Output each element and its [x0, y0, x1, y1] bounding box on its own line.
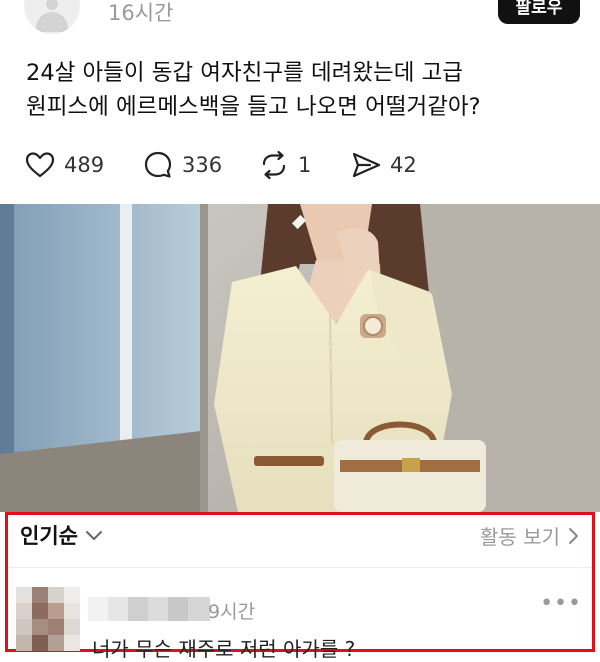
like-button[interactable]: 489 [24, 148, 104, 182]
activity-link[interactable]: 활동 보기 [480, 521, 580, 550]
post-text: 24살 아들이 동갑 여자친구를 데려왔는데 고급 원피스에 에르메스백을 들고… [26, 56, 586, 124]
blurred-avatar [16, 587, 80, 651]
sort-label: 인기순 [20, 524, 78, 548]
more-options-icon[interactable]: ••• [540, 591, 582, 616]
comment-author-name-blurred[interactable] [88, 597, 210, 621]
post-text-line: 원피스에 에르메스백을 들고 나오면 어떨거같아? [26, 94, 481, 120]
author-avatar[interactable] [24, 0, 80, 34]
blurred-name [88, 597, 210, 621]
share-count: 42 [390, 153, 417, 177]
chevron-down-icon [85, 531, 102, 540]
post-text-line: 24살 아들이 동갑 여자친구를 데려왔는데 고급 [26, 60, 463, 86]
post-timestamp: 16시간 [108, 1, 174, 25]
photo-illustration [0, 204, 600, 512]
repost-button[interactable]: 1 [258, 148, 311, 182]
chevron-right-icon [569, 527, 578, 544]
activity-link-label: 활동 보기 [480, 525, 560, 549]
repost-icon [262, 150, 286, 180]
like-count: 489 [64, 153, 105, 177]
follow-button[interactable]: 팔로우 [498, 0, 580, 24]
post-photo[interactable] [0, 204, 600, 512]
send-icon [352, 152, 381, 178]
heart-icon [25, 152, 55, 178]
divider [8, 567, 592, 568]
sort-dropdown[interactable]: 인기순 [20, 520, 104, 550]
comment-button[interactable]: 336 [142, 148, 222, 182]
share-button[interactable]: 42 [350, 148, 417, 182]
comment-text: 너가 무슨 재주로 저런 아가를 ? [92, 637, 356, 661]
comment-timestamp: 9시간 [208, 601, 256, 623]
comment-avatar[interactable] [16, 587, 80, 651]
comments-panel: 인기순 활동 보기 9시간 ••• 너가 무슨 재주로 저런 아가를 ? [5, 512, 595, 661]
speech-bubble-icon [144, 151, 172, 178]
comment-count: 336 [182, 153, 223, 177]
repost-count: 1 [298, 153, 312, 177]
